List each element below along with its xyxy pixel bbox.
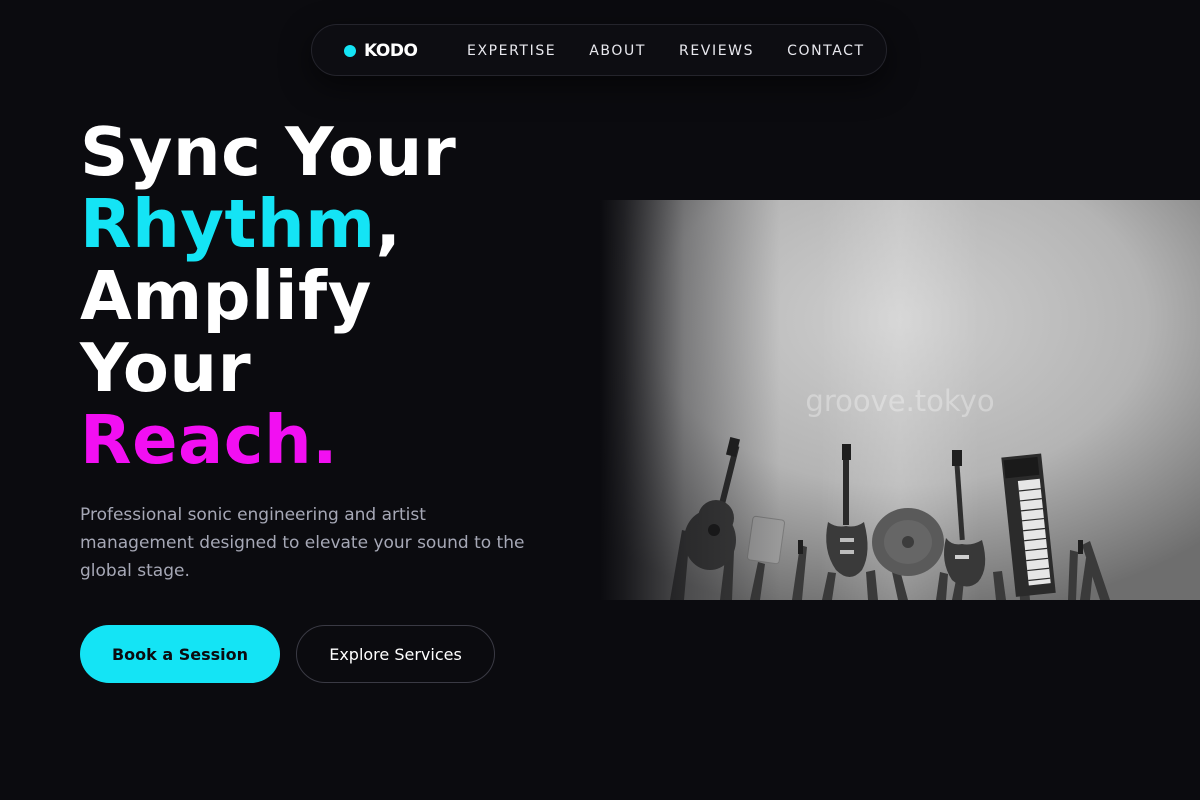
hero-subtitle: Professional sonic engineering and artis… bbox=[80, 505, 525, 581]
landing-page: KODO EXPERTISE ABOUT REVIEWS CONTACT Syn… bbox=[0, 0, 1200, 800]
nav-links: EXPERTISE ABOUT REVIEWS CONTACT bbox=[467, 25, 865, 77]
tablet bbox=[746, 515, 786, 565]
nav-link-about[interactable]: ABOUT bbox=[589, 43, 646, 59]
hero-title-rhythm: Rhythm bbox=[80, 185, 376, 263]
hero-title-line-2: Rhythm, bbox=[80, 188, 456, 260]
hero-title: Sync Your Rhythm, Amplify Your Reach. bbox=[80, 116, 456, 476]
nav-link-expertise[interactable]: EXPERTISE bbox=[467, 43, 556, 59]
brand-name: KODO bbox=[364, 41, 418, 61]
explore-services-button[interactable]: Explore Services bbox=[296, 625, 495, 683]
hero-title-line-4: Your bbox=[80, 329, 252, 407]
nav-link-contact[interactable]: CONTACT bbox=[787, 43, 865, 59]
brand-dot-icon bbox=[344, 45, 356, 57]
image-watermark: groove.tokyo bbox=[805, 384, 995, 418]
brand-logo[interactable]: KODO bbox=[344, 25, 418, 77]
microphone bbox=[798, 540, 803, 554]
hero-title-reach: Reach. bbox=[80, 401, 339, 479]
hero-title-line-1: Sync Your bbox=[80, 113, 457, 191]
hero-title-comma: , bbox=[375, 185, 402, 263]
nav-link-reviews[interactable]: REVIEWS bbox=[679, 43, 754, 59]
microphone bbox=[1078, 540, 1083, 554]
hero-title-line-3: Amplify bbox=[80, 257, 372, 335]
cymbal bbox=[872, 508, 944, 576]
top-nav: KODO EXPERTISE ABOUT REVIEWS CONTACT bbox=[311, 24, 887, 76]
book-session-button[interactable]: Book a Session bbox=[80, 625, 280, 683]
